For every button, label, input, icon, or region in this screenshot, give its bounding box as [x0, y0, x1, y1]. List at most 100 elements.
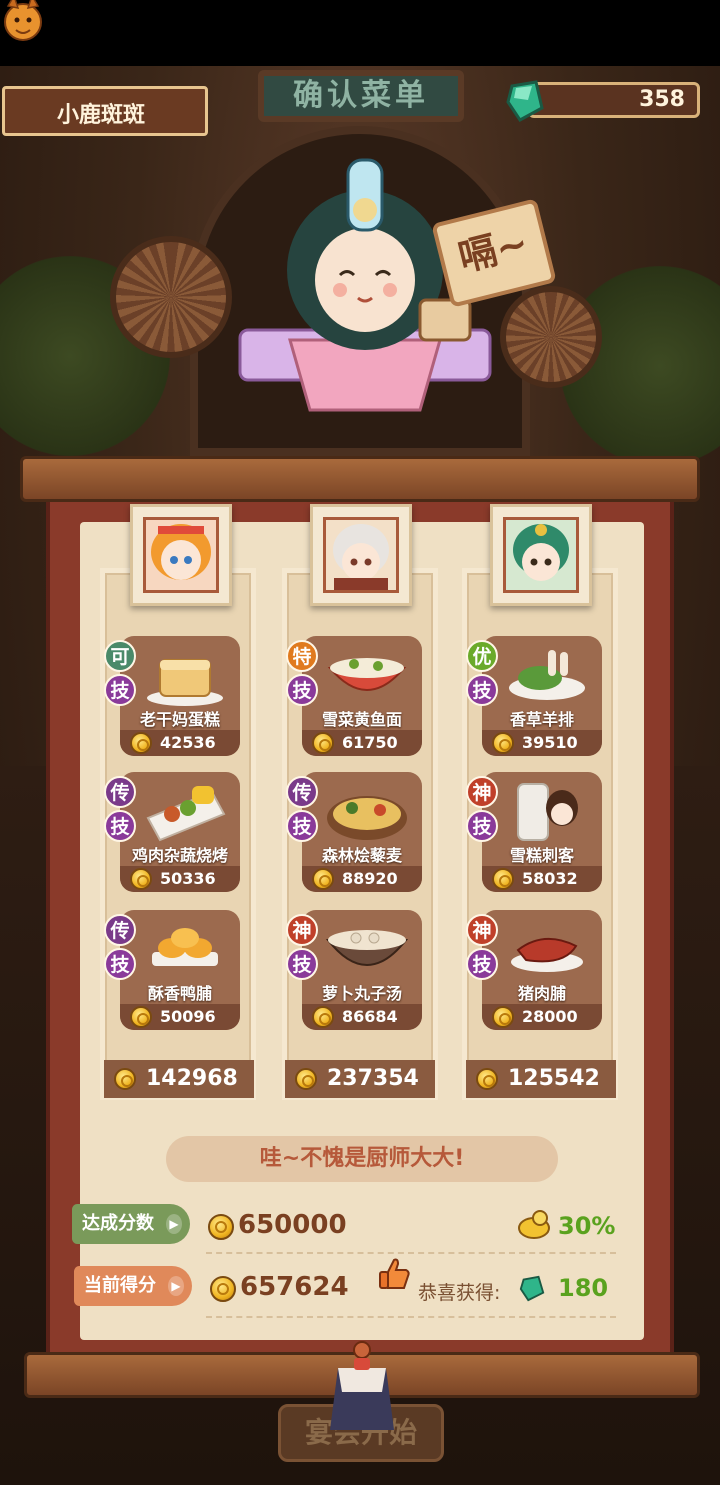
boy-green-hair-portrait-icon: [506, 520, 576, 590]
column-total-value: 125542: [508, 1066, 600, 1091]
bonus-coin-bag-icon: [518, 1210, 550, 1239]
dish-card[interactable]: 酥香鸭脯 50096: [120, 910, 240, 1030]
player-avatar-icon[interactable]: [0, 0, 48, 46]
duck-breast-dish-icon: [152, 928, 218, 966]
skewer-dish-icon: [146, 786, 226, 842]
dish-score-bar: 61750: [302, 730, 422, 756]
boy-white-hair-portrait-icon: [326, 520, 396, 590]
dish-card[interactable]: 老干妈蛋糕 42536: [120, 636, 240, 756]
divider: [206, 1316, 616, 1318]
dish-score-bar: 88920: [302, 866, 422, 892]
tier-badge: 传: [104, 776, 136, 808]
gem-count: 358: [639, 87, 685, 112]
dish-card[interactable]: 雪菜黄鱼面 61750: [302, 636, 422, 756]
ice-cream-assassin-icon: [517, 783, 578, 841]
coin-icon: [492, 1006, 514, 1028]
dish-card[interactable]: 雪糕刺客 58032: [482, 772, 602, 892]
tier-badge: 优: [466, 640, 498, 672]
meatball-soup-dish-icon: [325, 930, 409, 966]
dish-card[interactable]: 香草羊排 39510: [482, 636, 602, 756]
dish-score-bar: 58032: [482, 866, 602, 892]
column-total-1: 142968: [104, 1060, 254, 1098]
dish-name: 香草羊排: [509, 710, 574, 729]
chef-portrait-3[interactable]: [490, 504, 592, 606]
column-total-value: 142968: [146, 1066, 238, 1091]
dish-score: 28000: [522, 1007, 578, 1026]
dish-name: 雪糕刺客: [509, 846, 574, 865]
column-total-3: 125542: [466, 1060, 616, 1098]
dish-card[interactable]: 鸡肉杂蔬烧烤 50336: [120, 772, 240, 892]
reward-label: 恭喜获得:: [418, 1282, 501, 1304]
coin-icon: [210, 1276, 236, 1302]
dish-name: 鸡肉杂蔬烧烤: [131, 846, 228, 865]
cake-dish-icon: [147, 659, 223, 706]
column-total-value: 237354: [327, 1066, 419, 1091]
tier-badge: 传: [286, 776, 318, 808]
dish-card[interactable]: 猪肉脯 28000: [482, 910, 602, 1030]
target-score-label-text: 达成分数: [82, 1213, 154, 1234]
dish-card[interactable]: 萝卜丸子汤 86684: [302, 910, 422, 1030]
chef-portrait-1[interactable]: [130, 504, 232, 606]
dish-score-bar: 28000: [482, 1004, 602, 1030]
tier-badge: 传: [104, 914, 136, 946]
pork-jerky-dish-icon: [511, 937, 583, 972]
coin-icon: [312, 732, 334, 754]
dish-score: 58032: [522, 869, 578, 888]
tassel-ornament-icon: [330, 1341, 394, 1430]
lamb-chop-dish-icon: [509, 650, 585, 700]
tier-badge: 神: [286, 914, 318, 946]
skill-badge: 技: [104, 948, 136, 980]
dish-score-bar: 50336: [120, 866, 240, 892]
skill-badge: 技: [104, 810, 136, 842]
coin-icon: [130, 868, 152, 890]
dish-name: 萝卜丸子汤: [321, 984, 402, 1003]
divider: [206, 1252, 616, 1254]
dish-score: 50336: [160, 869, 216, 888]
coin-icon: [492, 732, 514, 754]
thumbs-up-icon: [379, 1258, 410, 1289]
dish-name: 森林烩藜麦: [321, 846, 402, 865]
coin-icon: [312, 868, 334, 890]
current-score-value: 657624: [240, 1272, 349, 1302]
dish-card[interactable]: 森林烩藜麦 88920: [302, 772, 422, 892]
skill-badge: 技: [104, 674, 136, 706]
menu-signboard: 确认菜单: [258, 70, 464, 122]
dish-name: 老干妈蛋糕: [139, 710, 220, 729]
dish-score: 88920: [342, 869, 398, 888]
dish-score: 39510: [522, 733, 578, 752]
chef-portrait-2[interactable]: [310, 504, 412, 606]
skill-badge: 技: [466, 810, 498, 842]
dish-score: 86684: [342, 1007, 398, 1026]
target-score-value: 650000: [238, 1210, 347, 1240]
dish-name: 酥香鸭脯: [147, 984, 212, 1003]
target-bonus-percent: 30%: [558, 1212, 616, 1240]
dish-name: 雪菜黄鱼面: [321, 710, 402, 729]
skill-badge: 技: [466, 674, 498, 706]
skill-badge: 技: [286, 810, 318, 842]
dish-score-bar: 42536: [120, 730, 240, 756]
skill-badge: 技: [286, 674, 318, 706]
girl-orange-hair-portrait-icon: [146, 520, 216, 590]
fan-left-icon: [110, 236, 232, 358]
coin-icon: [208, 1214, 234, 1240]
coin-icon: [492, 868, 514, 890]
quinoa-dish-icon: [327, 796, 407, 840]
coin-icon: [114, 1068, 136, 1090]
current-score-label: 当前得分 ▶: [74, 1266, 192, 1306]
dish-score-bar: 50096: [120, 1004, 240, 1030]
player-panel[interactable]: 小鹿斑斑: [2, 86, 208, 136]
coin-icon: [130, 1006, 152, 1028]
jade-gem-icon: [506, 80, 544, 122]
fan-right-icon: [500, 286, 602, 388]
coin-icon: [476, 1068, 498, 1090]
reward-value: 180: [558, 1274, 609, 1302]
skill-badge: 技: [286, 948, 318, 980]
tier-badge: 可: [104, 640, 136, 672]
dish-name: 猪肉脯: [517, 984, 566, 1003]
dish-score: 50096: [160, 1007, 216, 1026]
player-name: 小鹿斑斑: [57, 103, 146, 128]
gem-counter[interactable]: 358: [528, 82, 700, 118]
dish-score: 42536: [160, 733, 216, 752]
coin-icon: [130, 732, 152, 754]
coin-icon: [295, 1068, 317, 1090]
